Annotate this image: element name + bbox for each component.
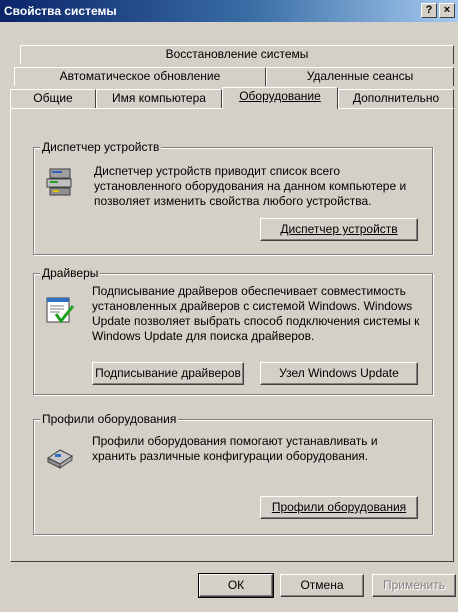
help-button[interactable]: ?	[421, 3, 437, 18]
title-bar[interactable]: Свойства системы ? ×	[0, 0, 458, 22]
tab-automatic-updates[interactable]: Автоматическое обновление	[14, 67, 266, 86]
window-title: Свойства системы	[4, 4, 117, 18]
driver-signing-icon	[46, 297, 75, 324]
hardware-profiles-button[interactable]: Профили оборудования	[260, 496, 418, 519]
tab-general[interactable]: Общие	[10, 89, 96, 108]
hardware-profiles-legend: Профили оборудования	[40, 412, 179, 426]
close-button[interactable]: ×	[439, 3, 455, 18]
drivers-legend: Драйверы	[40, 266, 101, 280]
device-manager-button[interactable]: Диспетчер устройств	[260, 218, 418, 241]
tab-system-restore[interactable]: Восстановление системы	[20, 45, 454, 64]
device-manager-legend: Диспетчер устройств	[40, 140, 162, 154]
device-manager-group: Диспетчер устройств Диспетчер устройств …	[33, 140, 433, 255]
device-manager-description: Диспетчер устройств приводит список всег…	[94, 164, 407, 208]
windows-update-button[interactable]: Узел Windows Update	[260, 362, 418, 385]
driver-signing-button[interactable]: Подписывание драйверов	[92, 362, 244, 385]
device-manager-icon	[46, 168, 72, 196]
ok-button[interactable]: ОК	[198, 573, 274, 598]
hardware-profiles-icon	[47, 449, 73, 469]
hardware-profiles-description: Профили оборудования помогают устанавлив…	[92, 434, 378, 463]
tab-remote[interactable]: Удаленные сеансы	[266, 67, 454, 86]
hardware-panel: Диспетчер устройств Диспетчер устройств …	[10, 108, 454, 562]
tab-computer-name[interactable]: Имя компьютера	[96, 89, 222, 108]
cancel-button[interactable]: Отмена	[280, 574, 364, 597]
drivers-group: Драйверы Подписывание драйверов обеспечи…	[33, 266, 433, 395]
hardware-profiles-group: Профили оборудования Профили оборудовани…	[33, 412, 433, 535]
tab-advanced[interactable]: Дополнительно	[338, 89, 454, 108]
apply-button[interactable]: Применить	[372, 574, 456, 597]
drivers-description: Подписывание драйверов обеспечивает совм…	[92, 284, 420, 343]
tab-hardware[interactable]: Оборудование	[222, 87, 338, 109]
